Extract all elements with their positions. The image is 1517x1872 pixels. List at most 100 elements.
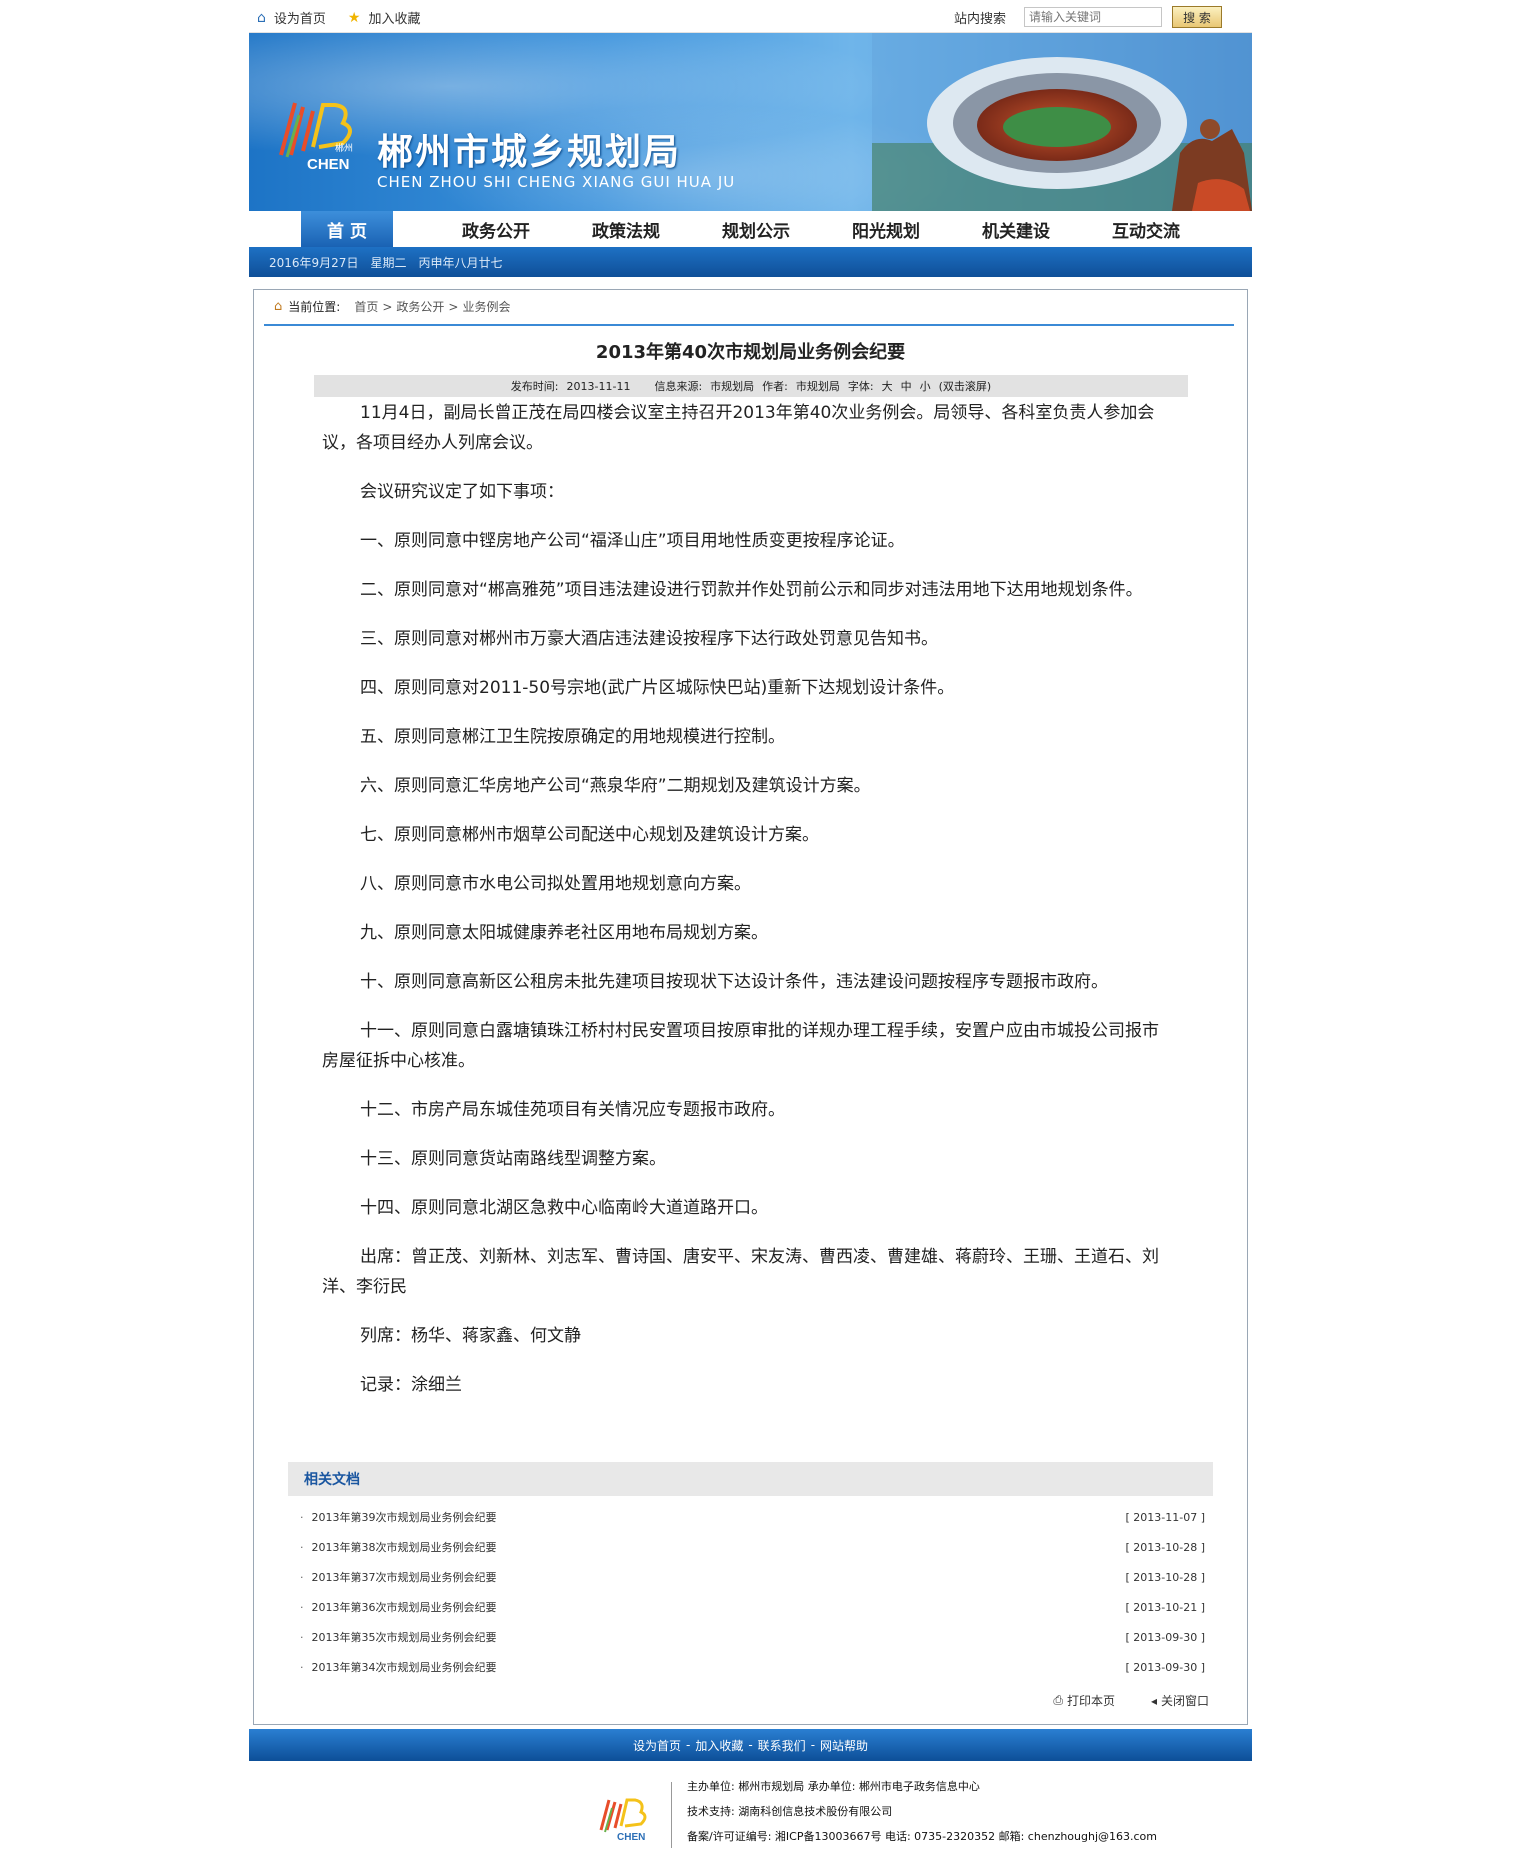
footer-line-support: 技术支持: 湖南科创信息技术股份有限公司 (687, 1805, 893, 1818)
home-icon: ⌂ (274, 299, 283, 314)
source-label: 信息来源: (654, 380, 703, 393)
related-link[interactable]: 2013年第37次市规划局业务例会纪要 (300, 1569, 497, 1585)
page-wrapper: ⌂ 设为首页 ★ 加入收藏 站内搜索 搜 索 CHEN 郴州 郴州市城乡规划局 … (249, 0, 1252, 1848)
breadcrumb-label: 当前位置: (288, 300, 341, 314)
nav-item-home[interactable]: 首 页 (301, 211, 393, 247)
footer-link-contact[interactable]: 联系我们 (758, 1737, 806, 1754)
site-logo: CHEN 郴州 (279, 102, 353, 171)
font-medium-button[interactable]: 中 (901, 378, 912, 394)
breadcrumb: ⌂ 当前位置: 首页 > 政务公开 > 业务例会 (274, 298, 510, 315)
related-link[interactable]: 2013年第39次市规划局业务例会纪要 (300, 1509, 497, 1525)
chevron-right-icon: > (382, 299, 393, 314)
footer-logo: CHEN (599, 1798, 647, 1842)
current-date: 2016年9月27日 星期二 丙申年八月廿七 (269, 255, 503, 270)
author-value: 市规划局 (795, 380, 840, 393)
footer-links-bar: 设为首页 - 加入收藏 - 联系我们 - 网站帮助 (249, 1729, 1252, 1761)
home-icon: ⌂ (257, 9, 266, 26)
footer-link-help[interactable]: 网站帮助 (820, 1737, 868, 1754)
site-subtitle: CHEN ZHOU SHI CHENG XIANG GUI HUA JU (377, 173, 736, 191)
footer-separator: - (685, 1738, 691, 1752)
related-date: [ 2013-09-30 ] (1125, 1630, 1205, 1644)
print-button[interactable]: ⎙ 打印本页 (1053, 1692, 1115, 1709)
publish-label: 发布时间: (510, 380, 559, 393)
printer-icon: ⎙ (1053, 1693, 1063, 1707)
stadium-illustration (872, 33, 1252, 211)
list-item: 2013年第39次市规划局业务例会纪要 [ 2013-11-07 ] (288, 1502, 1213, 1532)
related-heading: 相关文档 (288, 1462, 1213, 1496)
add-favorite-link[interactable]: ★ 加入收藏 (347, 8, 421, 28)
list-item: 2013年第37次市规划局业务例会纪要 [ 2013-10-28 ] (288, 1562, 1213, 1592)
scroll-hint: (双击滚屏) (938, 380, 992, 393)
date-bar: 2016年9月27日 星期二 丙申年八月廿七 (249, 247, 1252, 277)
footer-divider (671, 1782, 672, 1848)
footer-separator: - (810, 1738, 816, 1752)
list-item: 2013年第38次市规划局业务例会纪要 [ 2013-10-28 ] (288, 1532, 1213, 1562)
author-label: 作者: (762, 380, 788, 393)
font-size-label: 字体: (847, 380, 874, 393)
close-label: 关闭窗口 (1160, 1694, 1209, 1708)
related-link[interactable]: 2013年第36次市规划局业务例会纪要 (300, 1599, 497, 1615)
footer-text: 主办单位: 郴州市规划局 承办单位: 郴州市电子政务信息中心 技术支持: 湖南科… (687, 1774, 1157, 1849)
footer-separator: - (748, 1738, 753, 1752)
close-window-button[interactable]: ◂ 关闭窗口 (1151, 1692, 1209, 1709)
font-large-button[interactable]: 大 (882, 378, 893, 394)
top-links: ⌂ 设为首页 ★ 加入收藏 (257, 8, 442, 28)
nav-item-sunshine-planning[interactable]: 阳光规划 (821, 211, 951, 247)
related-date: [ 2013-10-21 ] (1125, 1600, 1205, 1614)
search-label: 站内搜索 (953, 11, 1006, 27)
article-paragraph: 四、原则同意对2011-50号宗地(武广片区城际快巴站)重新下达规划设计条件。 (360, 678, 955, 698)
article-paragraph: 三、原则同意对郴州市万豪大酒店违法建设按程序下达行政处罚意见告知书。 (360, 629, 938, 649)
publish-date: 2013-11-11 (566, 379, 631, 393)
related-link[interactable]: 2013年第34次市规划局业务例会纪要 (300, 1659, 497, 1675)
nav-item-policies[interactable]: 政策法规 (561, 211, 691, 247)
print-label: 打印本页 (1066, 1694, 1115, 1708)
top-bar: ⌂ 设为首页 ★ 加入收藏 站内搜索 搜 索 (249, 0, 1252, 33)
search-button[interactable]: 搜 索 (1172, 6, 1222, 28)
footer-link-add-favorite[interactable]: 加入收藏 (695, 1737, 743, 1754)
set-home-link[interactable]: ⌂ 设为首页 (257, 8, 326, 28)
related-date: [ 2013-09-30 ] (1125, 1660, 1205, 1674)
related-date: [ 2013-11-07 ] (1125, 1510, 1205, 1524)
article-paragraph: 十二、市房产局东城佳苑项目有关情况应专题报市政府。 (360, 1100, 785, 1120)
article-paragraph: 记录：涂细兰 (360, 1375, 462, 1395)
site-title: 郴州市城乡规划局 (377, 132, 682, 173)
article-body: 11月4日，副局长曾正茂在局四楼会议室主持召开2013年第40次业务例会。局领导… (322, 398, 1172, 1419)
nav-item-interaction[interactable]: 互动交流 (1081, 211, 1211, 247)
article-paragraph: 二、原则同意对“郴高雅苑”项目违法建设进行罚款并作处罚前公示和同步对违法用地下达… (360, 580, 1143, 600)
footer-logo-text: CHEN (617, 1832, 645, 1842)
related-link[interactable]: 2013年第38次市规划局业务例会纪要 (300, 1539, 497, 1555)
breadcrumb-item-meetings[interactable]: 业务例会 (462, 298, 510, 315)
related-list: 2013年第39次市规划局业务例会纪要 [ 2013-11-07 ] 2013年第… (288, 1502, 1213, 1682)
list-item: 2013年第34次市规划局业务例会纪要 [ 2013-09-30 ] (288, 1652, 1213, 1682)
breadcrumb-item-government-affairs[interactable]: 政务公开 (396, 298, 444, 315)
nav-item-government-affairs[interactable]: 政务公开 (431, 211, 561, 247)
nav-item-planning-notices[interactable]: 规划公示 (691, 211, 821, 247)
article-tools: ⎙ 打印本页 ◂ 关闭窗口 (1017, 1692, 1209, 1709)
article-paragraph: 七、原则同意郴州市烟草公司配送中心规划及建筑设计方案。 (360, 825, 819, 845)
related-documents: 相关文档 2013年第39次市规划局业务例会纪要 [ 2013-11-07 ] 2… (288, 1462, 1213, 1682)
article-paragraph: 五、原则同意郴江卫生院按原确定的用地规模进行控制。 (360, 727, 785, 747)
star-icon: ★ (347, 9, 361, 26)
breadcrumb-item-home[interactable]: 首页 (354, 298, 378, 315)
footer-link-set-home[interactable]: 设为首页 (633, 1737, 681, 1754)
article-paragraph: 十四、原则同意北湖区急救中心临南岭大道道路开口。 (360, 1198, 768, 1218)
list-item: 2013年第36次市规划局业务例会纪要 [ 2013-10-21 ] (288, 1592, 1213, 1622)
footer-line-record: 备案/许可证编号: 湘ICP备13003667号 电话: 0735-232035… (687, 1830, 1158, 1843)
font-small-button[interactable]: 小 (920, 378, 931, 394)
search-input[interactable] (1024, 7, 1162, 27)
nav-item-organization[interactable]: 机关建设 (951, 211, 1081, 247)
article-paragraph: 六、原则同意汇华房地产公司“燕泉华府”二期规划及建筑设计方案。 (360, 776, 871, 796)
add-favorite-label: 加入收藏 (368, 12, 421, 27)
logo-text-cn: 郴州 (335, 142, 353, 154)
logo-text-en: CHEN (307, 156, 350, 171)
header-banner: CHEN 郴州 郴州市城乡规划局 CHEN ZHOU SHI CHENG XIA… (249, 33, 1252, 211)
article-paragraph: 十一、原则同意白露塘镇珠江桥村村民安置项目按原审批的详规办理工程手续，安置户应由… (322, 1021, 1159, 1071)
article-paragraph: 会议研究议定了如下事项： (360, 482, 564, 502)
article-paragraph: 九、原则同意太阳城健康养老社区用地布局规划方案。 (360, 923, 768, 943)
close-arrow-icon: ◂ (1150, 1693, 1157, 1708)
article-paragraph: 11月4日，副局长曾正茂在局四楼会议室主持召开2013年第40次业务例会。局领导… (322, 403, 1155, 453)
nav-items: 首 页 政务公开 政策法规 规划公示 阳光规划 机关建设 互动交流 (301, 211, 1211, 247)
set-home-label: 设为首页 (273, 12, 326, 27)
related-link[interactable]: 2013年第35次市规划局业务例会纪要 (300, 1629, 497, 1645)
article-container: ⌂ 当前位置: 首页 > 政务公开 > 业务例会 2013年第40次市规划局业务… (253, 289, 1248, 1725)
